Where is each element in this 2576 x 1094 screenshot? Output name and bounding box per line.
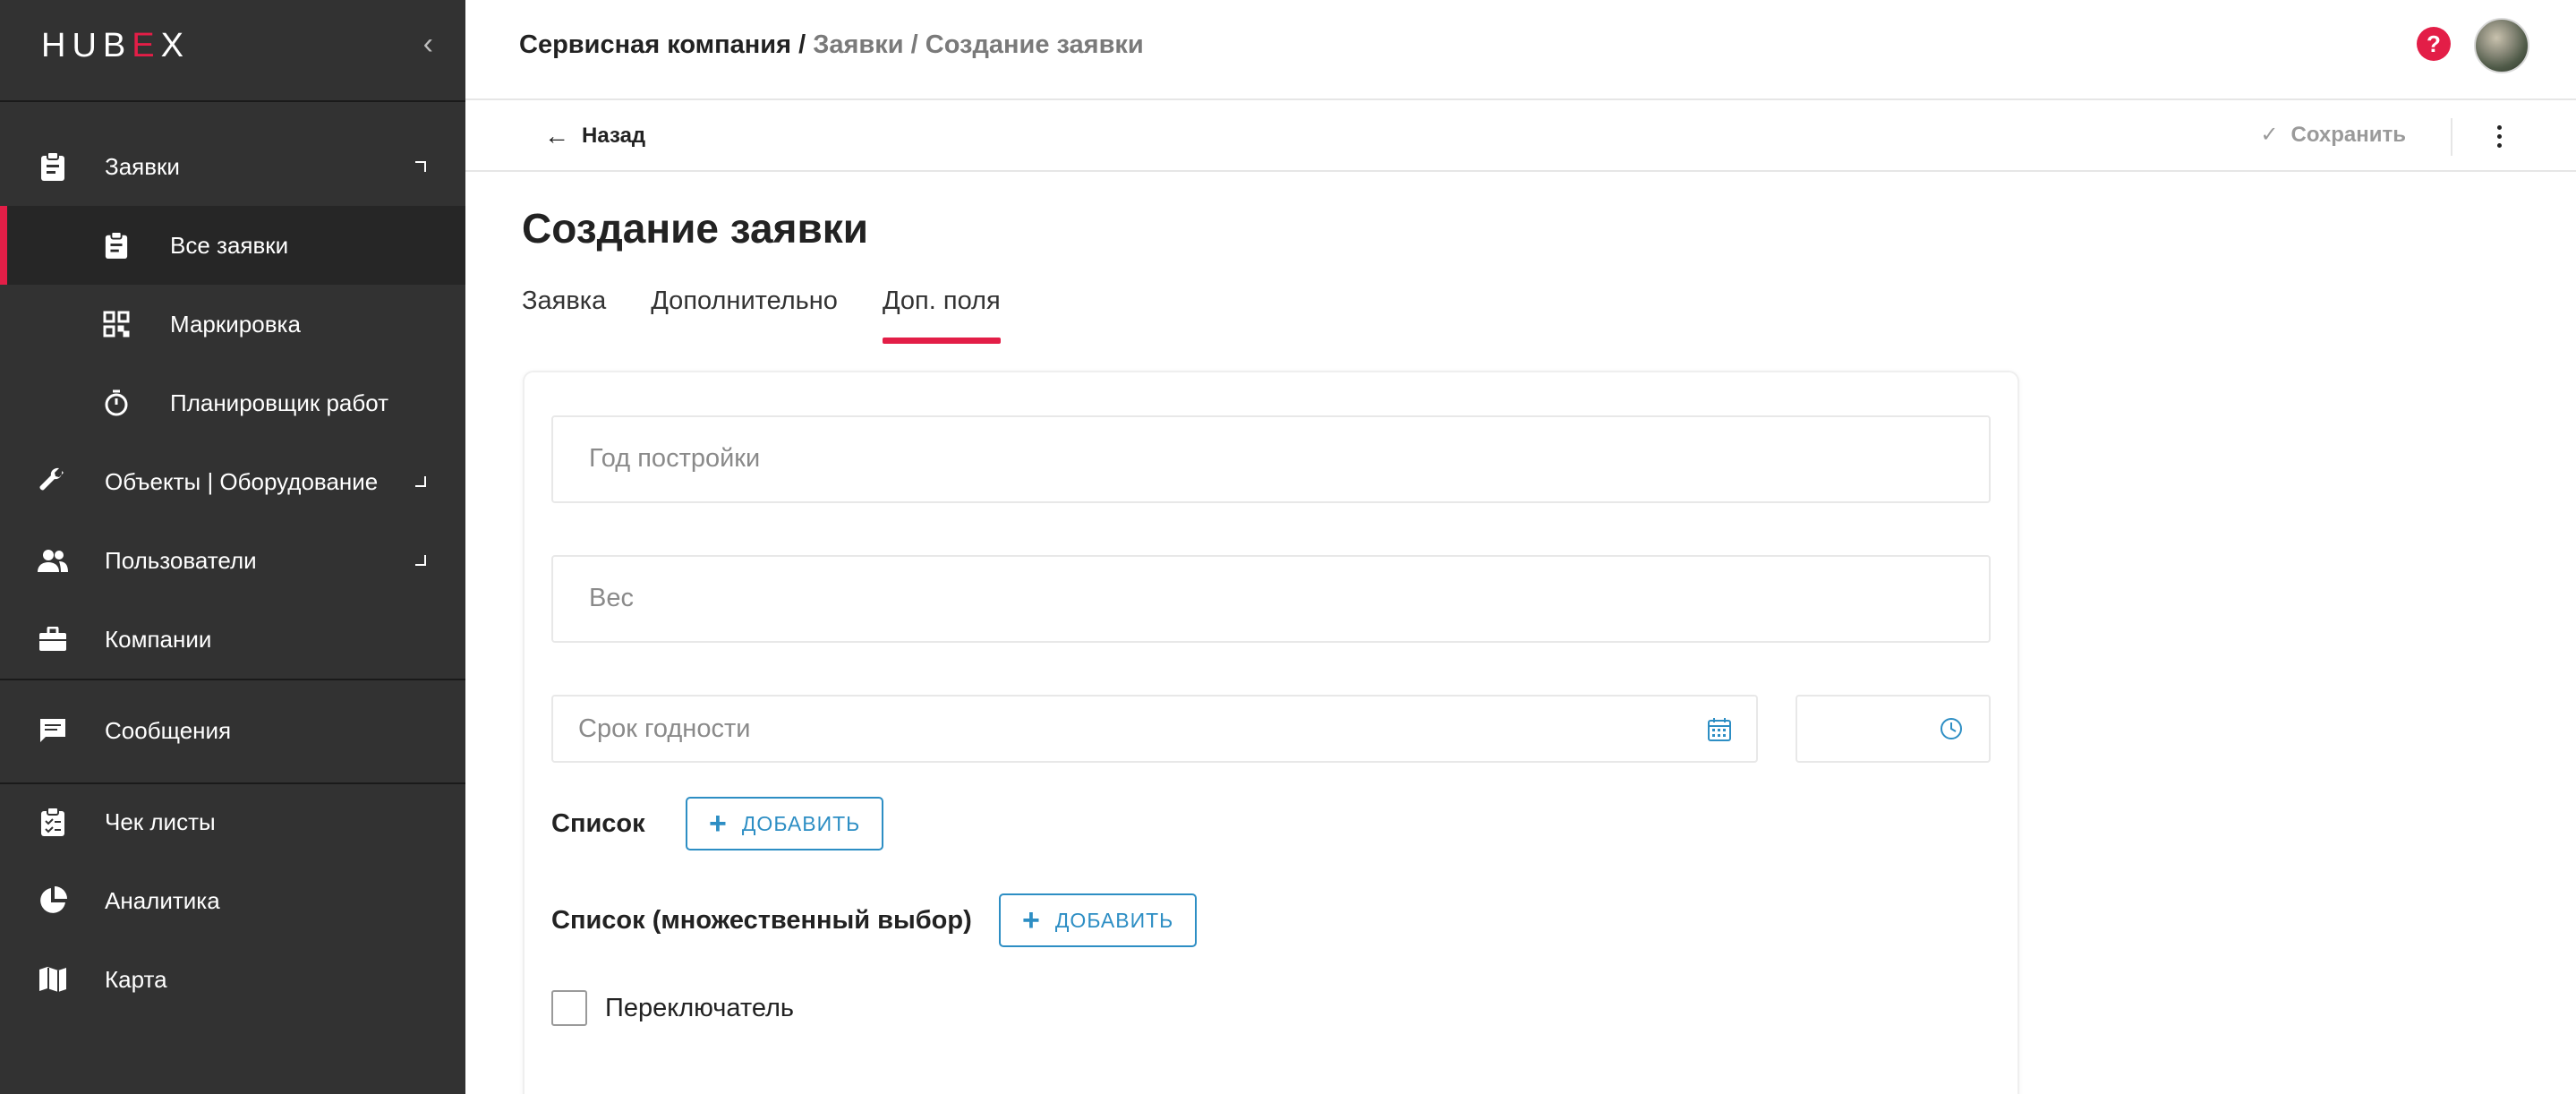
sidebar-item-label: Аналитика (105, 886, 220, 914)
sidebar-item-requests[interactable]: Заявки (0, 127, 465, 206)
sidebar: HUBEX ‹ Заявки Все заявки Маркировка Пла… (0, 0, 465, 1094)
multi-list-label: Список (множественный выбор) (551, 906, 972, 935)
sidebar-item-label: Заявки (105, 152, 180, 180)
check-icon: ✓ (2260, 123, 2279, 147)
breadcrumb-path[interactable]: Заявки / Создание заявки (806, 30, 1144, 59)
switch-checkbox[interactable] (551, 990, 587, 1026)
expiry-date-placeholder: Срок годности (578, 714, 751, 743)
back-button[interactable]: ← Назад (544, 122, 645, 150)
sidebar-item-checklists[interactable]: Чек листы (0, 782, 465, 861)
list-label: Список (551, 809, 645, 838)
sidebar-item-label: Объекты | Оборудование (105, 467, 379, 495)
year-built-field[interactable]: Год постройки (551, 415, 1991, 503)
sidebar-item-objects[interactable]: Объекты | Оборудование (0, 442, 465, 521)
qr-code-icon (101, 309, 132, 339)
checklist-icon (38, 807, 68, 837)
divider (0, 100, 465, 102)
form-card: Год постройки Вес Срок годности Список +… (523, 371, 2019, 1094)
tab-extra-fields[interactable]: Доп. поля (882, 286, 1001, 344)
sidebar-item-label: Сообщения (105, 716, 232, 744)
briefcase-icon (38, 624, 68, 654)
sidebar-item-users[interactable]: Пользователи (0, 521, 465, 600)
sidebar-item-scheduler[interactable]: Планировщик работ (0, 363, 465, 442)
add-multi-list-label: ДОБАВИТЬ (1054, 908, 1174, 932)
weight-field[interactable]: Вес (551, 555, 1991, 643)
divider (0, 679, 465, 680)
page-title: Создание заявки (522, 205, 869, 252)
top-header: Сервисная компания / Заявки / Создание з… (465, 0, 2576, 100)
sidebar-item-companies[interactable]: Компании (0, 600, 465, 679)
plus-icon: + (1022, 903, 1041, 937)
add-list-button[interactable]: + ДОБАВИТЬ (686, 797, 884, 850)
sidebar-header: HUBEX ‹ (0, 0, 465, 100)
action-bar: ← Назад ✓ Сохранить (465, 100, 2576, 172)
clipboard-icon (38, 151, 68, 182)
clipboard-icon (101, 230, 132, 261)
back-label: Назад (582, 124, 646, 148)
expiry-date-field[interactable]: Срок годности (551, 695, 1758, 763)
save-button[interactable]: ✓ Сохранить (2260, 122, 2406, 148)
breadcrumb-company[interactable]: Сервисная компания / (519, 30, 806, 59)
add-multi-list-button[interactable]: + ДОБАВИТЬ (999, 893, 1198, 947)
tab-request[interactable]: Заявка (522, 286, 606, 340)
expiry-time-field[interactable] (1796, 695, 1991, 763)
chevron-left-icon[interactable]: ‹ (423, 27, 433, 62)
sidebar-item-label: Компании (105, 625, 212, 653)
sidebar-item-label: Планировщик работ (170, 389, 389, 416)
clock-icon[interactable] (1939, 716, 1966, 743)
arrow-left-icon: ← (544, 122, 569, 150)
sidebar-item-map[interactable]: Карта (0, 940, 465, 1019)
breadcrumb: Сервисная компания / Заявки / Создание з… (519, 30, 1144, 60)
wrench-icon (38, 466, 68, 497)
sidebar-item-marking[interactable]: Маркировка (0, 285, 465, 363)
stopwatch-icon (101, 388, 132, 418)
sidebar-item-label: Все заявки (170, 231, 289, 259)
chevron-up-icon (415, 161, 426, 172)
chevron-down-icon (415, 555, 426, 566)
map-icon (38, 964, 68, 995)
help-icon[interactable]: ? (2417, 27, 2451, 61)
users-icon (38, 545, 68, 576)
tab-additional[interactable]: Дополнительно (651, 286, 838, 340)
sidebar-item-label: Чек листы (105, 808, 216, 835)
tabs: Заявка Дополнительно Доп. поля (522, 286, 1001, 344)
hubex-logo[interactable]: HUBEX (41, 27, 190, 65)
message-icon (38, 715, 68, 746)
divider (2451, 118, 2452, 156)
sidebar-item-analytics[interactable]: Аналитика (0, 861, 465, 940)
add-list-label: ДОБАВИТЬ (741, 811, 861, 835)
sidebar-item-label: Маркировка (170, 310, 301, 338)
sidebar-item-label: Карта (105, 965, 167, 993)
plus-icon: + (709, 807, 728, 841)
calendar-icon[interactable] (1706, 716, 1733, 743)
switch-label: Переключатель (605, 994, 795, 1022)
sidebar-item-messages[interactable]: Сообщения (0, 691, 465, 770)
sidebar-item-all-requests[interactable]: Все заявки (0, 206, 465, 285)
weight-placeholder: Вес (589, 584, 634, 612)
save-label: Сохранить (2290, 122, 2406, 147)
year-built-placeholder: Год постройки (589, 444, 761, 473)
pie-chart-icon (38, 885, 68, 916)
chevron-down-icon (415, 476, 426, 487)
more-vert-icon[interactable] (2490, 118, 2508, 154)
avatar[interactable] (2474, 18, 2529, 73)
sidebar-item-label: Пользователи (105, 546, 257, 574)
